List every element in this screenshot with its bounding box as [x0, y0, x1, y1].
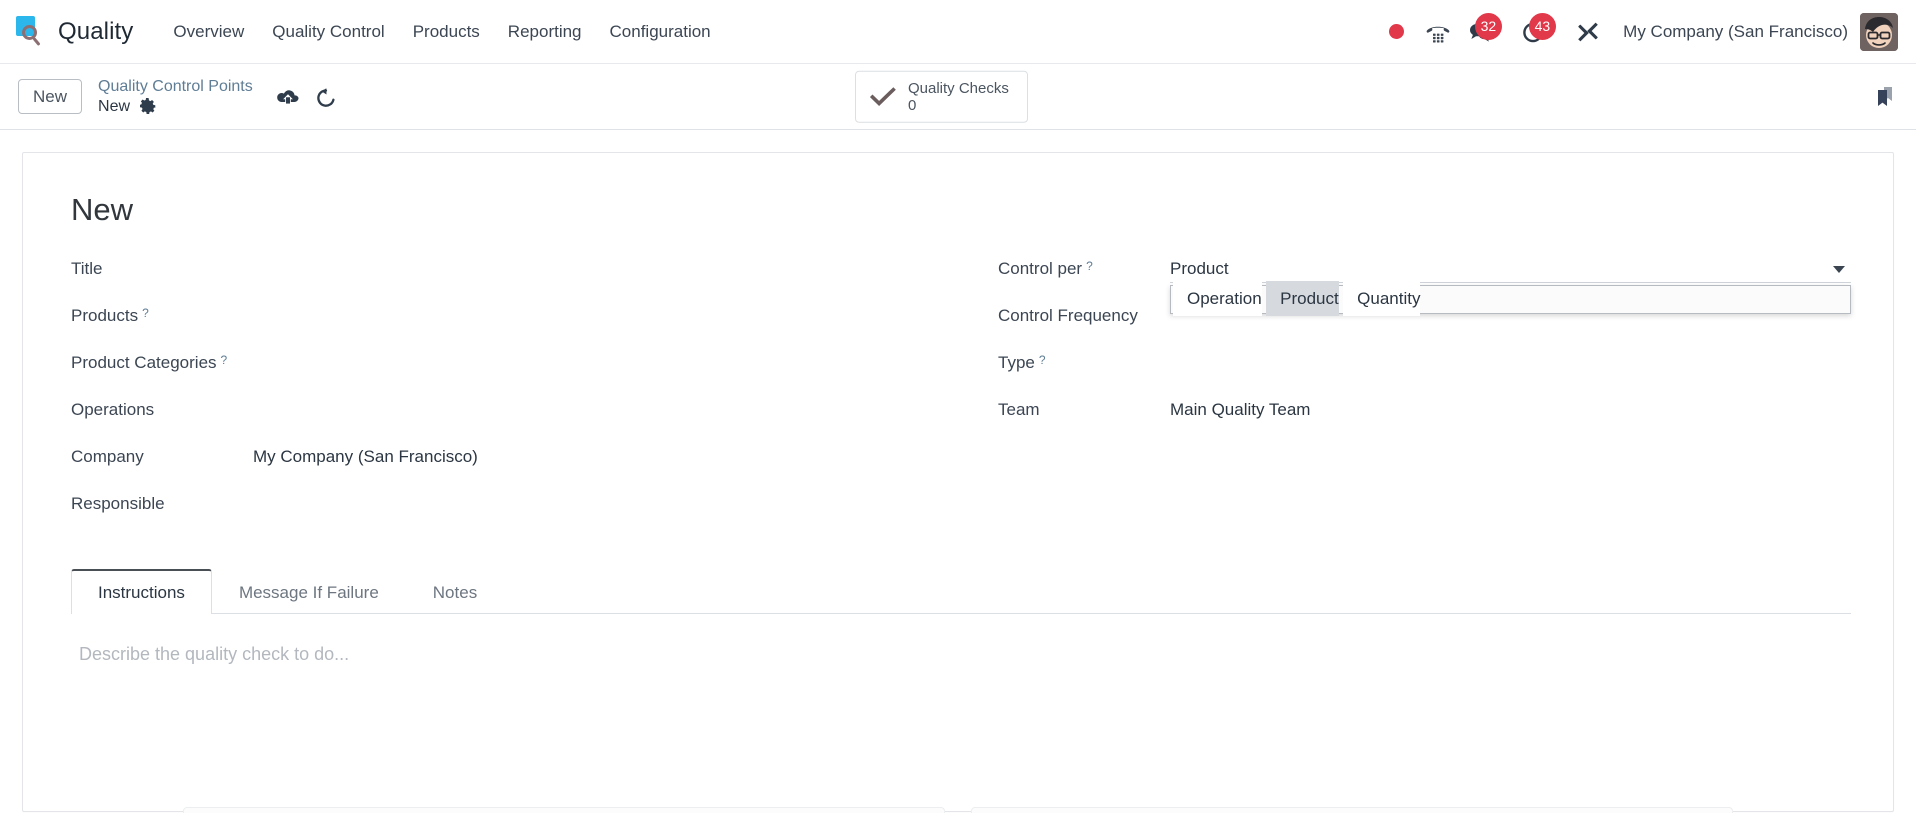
responsible-input[interactable] — [253, 488, 958, 519]
team-input[interactable]: Main Quality Team — [1170, 394, 1851, 425]
field-label: Control per ? — [998, 259, 1093, 279]
field-product-categories: Product Categories ? — [65, 347, 958, 394]
breadcrumb-item-quality-control-points[interactable]: Quality Control Points — [98, 77, 253, 96]
field-label: Team — [998, 400, 1040, 420]
control-panel: New Quality Control Points New Quality C… — [0, 64, 1916, 130]
field-label: Product Categories ? — [71, 353, 228, 373]
activities-badge: 43 — [1528, 12, 1557, 40]
tab-notes[interactable]: Notes — [406, 570, 504, 614]
field-label: Control Frequency — [998, 306, 1138, 326]
field-label: Title — [71, 259, 103, 279]
messages-badge: 32 — [1474, 12, 1503, 40]
save-button[interactable] — [276, 88, 299, 106]
notebook-tabs: Instructions Message If Failure Notes — [71, 569, 1851, 615]
record-actions — [276, 87, 337, 107]
menu-item-overview[interactable]: Overview — [159, 14, 258, 50]
field-label: Operations — [71, 400, 155, 420]
company-switcher[interactable]: My Company (San Francisco) — [1623, 22, 1848, 42]
control-per-value: Product — [1170, 259, 1229, 279]
field-label: Type ? — [998, 353, 1046, 373]
dropdown-option-product[interactable]: Product — [1266, 281, 1339, 317]
tab-instructions[interactable]: Instructions — [71, 569, 212, 615]
developer-tools-icon[interactable] — [1567, 10, 1609, 54]
new-button[interactable]: New — [18, 78, 83, 115]
title-input[interactable] — [253, 253, 958, 284]
discard-button[interactable] — [315, 87, 337, 107]
breadcrumb: Quality Control Points New — [98, 77, 253, 116]
form-grid: Title Products ? Product Categories ? Op… — [65, 253, 1851, 535]
operations-input[interactable] — [253, 394, 958, 425]
form-column-right: Control per ? Product Operation Product … — [958, 253, 1851, 535]
avatar[interactable] — [1860, 12, 1898, 51]
brand[interactable]: Quality — [14, 15, 133, 49]
tab-message-if-failure[interactable]: Message If Failure — [212, 570, 406, 614]
gear-icon[interactable] — [140, 98, 157, 115]
form-column-left: Title Products ? Product Categories ? Op… — [65, 253, 958, 535]
help-icon[interactable]: ? — [1086, 259, 1093, 273]
dropdown-option-operation[interactable]: Operation — [1173, 281, 1262, 317]
navbar-systray: 32 43 My Company (San Francisco) — [1375, 10, 1898, 54]
field-label: Responsible — [71, 494, 165, 514]
company-input[interactable]: My Company (San Francisco) — [253, 441, 958, 472]
control-per-select[interactable]: Product Operation Product Quantity — [1170, 253, 1851, 317]
product-categories-input[interactable] — [253, 347, 958, 378]
dropdown-option-quantity[interactable]: Quantity — [1343, 281, 1421, 317]
field-title: Title — [65, 253, 958, 300]
stat-button-box: Quality Checks 0 — [855, 70, 1028, 123]
menu-item-products[interactable]: Products — [399, 14, 494, 50]
top-navbar: Quality Overview Quality Control Product… — [0, 0, 1916, 64]
stat-button-label: Quality Checks — [908, 79, 1009, 97]
control-per-dropdown: Operation Product Quantity — [1170, 281, 1851, 317]
field-label: Products ? — [71, 306, 149, 326]
field-team: Team Main Quality Team — [992, 394, 1851, 441]
check-icon — [870, 86, 896, 107]
products-input[interactable] — [253, 300, 958, 331]
quality-magnifier-logo-icon — [14, 15, 48, 49]
field-operations: Operations — [65, 394, 958, 441]
help-icon[interactable]: ? — [1039, 353, 1046, 367]
menu-item-reporting[interactable]: Reporting — [494, 14, 596, 50]
main-menu: Overview Quality Control Products Report… — [159, 14, 724, 50]
help-icon[interactable]: ? — [221, 353, 228, 367]
app-name: Quality — [58, 17, 134, 45]
chatter-peek — [23, 807, 1893, 813]
field-responsible: Responsible — [65, 488, 958, 535]
control-panel-right — [1872, 84, 1898, 110]
field-label: Company — [71, 447, 144, 467]
field-products: Products ? — [65, 300, 958, 347]
type-input[interactable] — [1170, 347, 1851, 378]
help-icon[interactable]: ? — [142, 306, 149, 320]
stat-button-quality-checks[interactable]: Quality Checks 0 — [855, 70, 1028, 123]
form-sheet: New Title Products ? Product Categories … — [22, 152, 1894, 813]
stat-button-value: 0 — [908, 96, 917, 114]
page-title: New — [71, 192, 134, 227]
recording-dot-icon[interactable] — [1375, 10, 1417, 54]
instructions-editor[interactable]: Describe the quality check to do... — [79, 642, 1843, 667]
messages-icon[interactable]: 32 — [1459, 10, 1503, 54]
menu-item-quality-control[interactable]: Quality Control — [258, 14, 398, 50]
form-background: New Title Products ? Product Categories … — [0, 130, 1916, 813]
activities-clock-icon[interactable]: 43 — [1513, 10, 1557, 54]
chevron-down-icon[interactable] — [1833, 265, 1845, 273]
phone-dialpad-icon[interactable] — [1417, 10, 1459, 54]
chatter-peek-right — [971, 807, 1733, 813]
tab-panel-instructions: Describe the quality check to do... — [71, 614, 1851, 667]
field-control-per: Control per ? Product Operation Product … — [992, 253, 1851, 317]
field-type: Type ? — [992, 347, 1851, 394]
breadcrumb-current-record: New — [98, 98, 131, 115]
menu-item-configuration[interactable]: Configuration — [596, 14, 725, 50]
control-per-display[interactable]: Product — [1170, 259, 1851, 284]
notebook: Instructions Message If Failure Notes De… — [65, 569, 1851, 667]
field-company: Company My Company (San Francisco) — [65, 441, 958, 488]
bookmark-icon[interactable] — [1872, 84, 1898, 110]
chatter-peek-left — [183, 807, 945, 813]
